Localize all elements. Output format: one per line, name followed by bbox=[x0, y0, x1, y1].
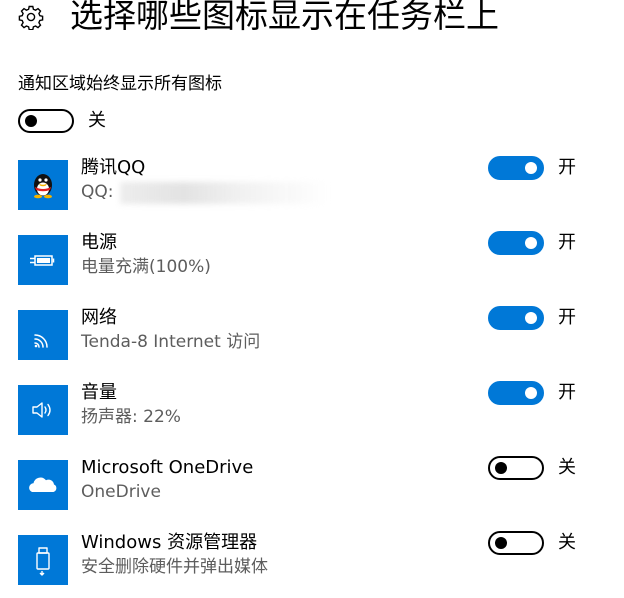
list-item-qq: 腾讯QQ QQ: 开 bbox=[0, 156, 624, 210]
toggle-knob bbox=[525, 312, 537, 324]
toggle-knob bbox=[25, 115, 37, 127]
toggle-knob bbox=[525, 162, 537, 174]
app-tile bbox=[18, 310, 68, 360]
item-name: Windows 资源管理器 bbox=[81, 532, 258, 553]
app-tile bbox=[18, 535, 68, 585]
qq-penguin-icon bbox=[34, 174, 52, 199]
item-name: 网络 bbox=[81, 307, 117, 328]
item-description: 电量充满(100%) bbox=[81, 257, 211, 277]
item-description: QQ: bbox=[81, 182, 114, 202]
onedrive-toggle[interactable] bbox=[488, 456, 544, 480]
list-item-network: 网络 Tenda-8 Internet 访问 开 bbox=[0, 306, 624, 360]
battery-icon bbox=[30, 255, 55, 266]
toggle-knob bbox=[495, 537, 507, 549]
list-item-onedrive: Microsoft OneDrive OneDrive 关 bbox=[0, 456, 624, 510]
network-toggle[interactable] bbox=[488, 306, 544, 330]
toggle-knob bbox=[495, 462, 507, 474]
network-state: 开 bbox=[558, 307, 576, 328]
list-item-power: 电源 电量充满(100%) 开 bbox=[0, 231, 624, 285]
windows-explorer-state: 关 bbox=[558, 532, 576, 553]
toggle-knob bbox=[525, 237, 537, 249]
item-name: Microsoft OneDrive bbox=[81, 457, 254, 478]
app-tile bbox=[18, 460, 68, 510]
item-description: 安全删除硬件并弹出媒体 bbox=[81, 557, 268, 577]
always-show-all-icons-label: 通知区域始终显示所有图标 bbox=[18, 74, 222, 94]
onedrive-cloud-icon bbox=[29, 477, 57, 492]
volume-toggle[interactable] bbox=[488, 381, 544, 405]
item-description: Tenda-8 Internet 访问 bbox=[81, 332, 261, 352]
redacted-qq-number bbox=[120, 182, 330, 204]
power-state: 开 bbox=[558, 232, 576, 253]
item-name: 音量 bbox=[81, 382, 117, 403]
toggle-knob bbox=[525, 387, 537, 399]
volume-state: 开 bbox=[558, 382, 576, 403]
item-description: OneDrive bbox=[81, 482, 161, 502]
list-item-windows-explorer: Windows 资源管理器 安全删除硬件并弹出媒体 关 bbox=[0, 531, 624, 585]
app-tile bbox=[18, 385, 68, 435]
gear-icon bbox=[18, 5, 44, 30]
onedrive-state: 关 bbox=[558, 457, 576, 478]
list-item-volume: 音量 扬声器: 22% 开 bbox=[0, 381, 624, 435]
usb-drive-icon bbox=[36, 547, 50, 576]
qq-state: 开 bbox=[558, 157, 576, 178]
wifi-icon bbox=[34, 334, 48, 348]
item-description: 扬声器: 22% bbox=[81, 407, 181, 427]
app-tile bbox=[18, 160, 68, 210]
qq-toggle[interactable] bbox=[488, 156, 544, 180]
always-show-all-icons-state: 关 bbox=[88, 110, 106, 131]
always-show-all-icons-toggle[interactable] bbox=[18, 109, 74, 133]
power-toggle[interactable] bbox=[488, 231, 544, 255]
app-tile bbox=[18, 235, 68, 285]
page-title: 选择哪些图标显示在任务栏上 bbox=[70, 0, 499, 35]
item-name: 电源 bbox=[81, 232, 117, 253]
speaker-icon bbox=[32, 402, 51, 418]
windows-explorer-toggle[interactable] bbox=[488, 531, 544, 555]
item-name: 腾讯QQ bbox=[81, 157, 146, 178]
page-header: 选择哪些图标显示在任务栏上 bbox=[0, 0, 624, 40]
